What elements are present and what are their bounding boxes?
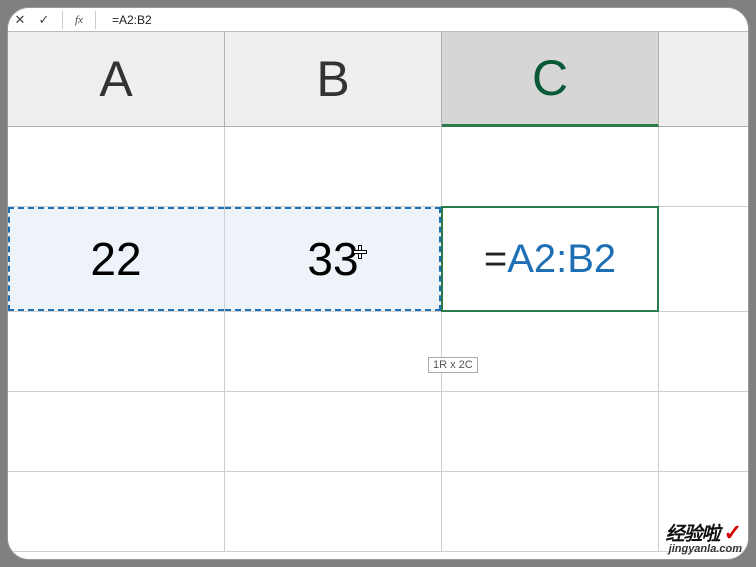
separator <box>95 11 96 29</box>
cell-c1[interactable] <box>442 127 659 207</box>
cell-reference: A2:B2 <box>507 237 616 282</box>
cell-b3[interactable] <box>225 312 442 392</box>
cell-a1[interactable] <box>8 127 225 207</box>
watermark: 经验啦✓ jingyanla.com <box>666 522 742 555</box>
row-2: 22 33 =A2:B2 <box>8 207 748 312</box>
col-header-a[interactable]: A <box>8 32 225 126</box>
cell-d4[interactable] <box>659 392 748 472</box>
separator <box>62 11 63 29</box>
cell-b4[interactable] <box>225 392 442 472</box>
cell-b2[interactable]: 33 <box>225 207 442 312</box>
watermark-title: 经验啦 <box>666 524 720 545</box>
row-4 <box>8 392 748 472</box>
cell-c5[interactable] <box>442 472 659 552</box>
equals-sign: = <box>484 237 507 282</box>
watermark-url: jingyanla.com <box>666 544 742 555</box>
sheet-area[interactable]: A B C 22 33 <box>8 32 748 559</box>
cell-c3[interactable] <box>442 312 659 392</box>
cell-a4[interactable] <box>8 392 225 472</box>
cell-value: 22 <box>90 232 141 286</box>
cell-formula: =A2:B2 <box>484 237 616 282</box>
col-header-b[interactable]: B <box>225 32 442 126</box>
cell-b1[interactable] <box>225 127 442 207</box>
cell-value: 33 <box>307 232 358 286</box>
cancel-icon[interactable]: ✕ <box>12 12 28 28</box>
selection-size-tooltip: 1R x 2C <box>428 357 478 373</box>
cell-b5[interactable] <box>225 472 442 552</box>
cell-a2[interactable]: 22 <box>8 207 225 312</box>
cell-d2[interactable] <box>659 207 748 312</box>
cell-c2[interactable]: =A2:B2 <box>442 207 659 312</box>
formula-input[interactable] <box>106 13 744 27</box>
formula-bar: ✕ ✓ fx <box>8 8 748 32</box>
column-header-row: A B C <box>8 32 748 127</box>
check-icon: ✓ <box>724 520 742 545</box>
spreadsheet-window: ✕ ✓ fx A B C 22 <box>7 7 749 560</box>
cell-a5[interactable] <box>8 472 225 552</box>
row-3 <box>8 312 748 392</box>
cell-a3[interactable] <box>8 312 225 392</box>
col-header-c[interactable]: C <box>442 32 659 127</box>
row-1 <box>8 127 748 207</box>
row-5 <box>8 472 748 552</box>
cell-d3[interactable] <box>659 312 748 392</box>
cell-c4[interactable] <box>442 392 659 472</box>
accept-icon[interactable]: ✓ <box>36 12 52 28</box>
col-header-blank[interactable] <box>659 32 748 126</box>
cell-d1[interactable] <box>659 127 748 207</box>
fx-icon[interactable]: fx <box>73 14 85 26</box>
